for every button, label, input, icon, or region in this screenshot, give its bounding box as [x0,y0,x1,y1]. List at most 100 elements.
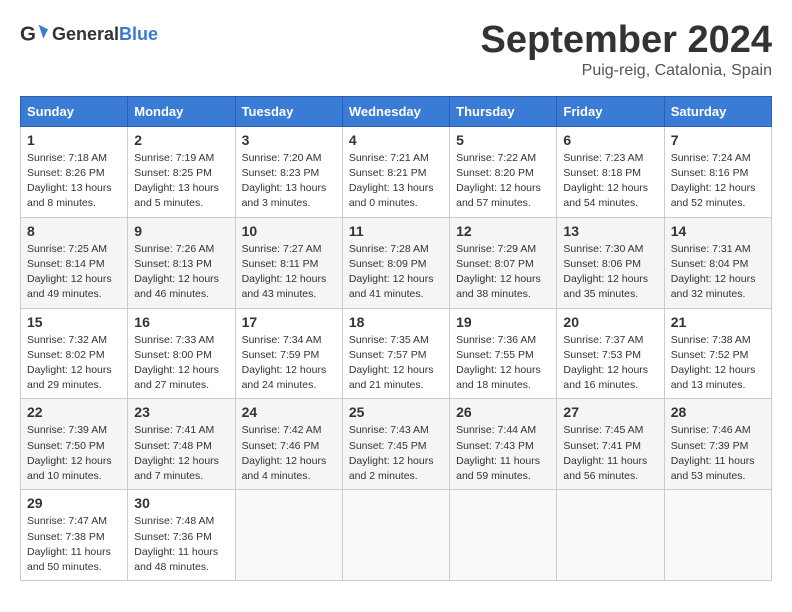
day-number: 3 [242,132,336,148]
day-info: Sunrise: 7:18 AMSunset: 8:26 PMDaylight:… [27,152,112,210]
day-number: 16 [134,314,228,330]
logo-general: General [52,24,119,44]
calendar-day-cell: 2 Sunrise: 7:19 AMSunset: 8:25 PMDayligh… [128,126,235,217]
day-info: Sunrise: 7:24 AMSunset: 8:16 PMDaylight:… [671,152,756,210]
day-number: 5 [456,132,550,148]
day-info: Sunrise: 7:31 AMSunset: 8:04 PMDaylight:… [671,243,756,301]
calendar-day-cell: 12 Sunrise: 7:29 AMSunset: 8:07 PMDaylig… [450,217,557,308]
logo: G GeneralBlue [20,20,158,48]
calendar-day-cell: 26 Sunrise: 7:44 AMSunset: 7:43 PMDaylig… [450,399,557,490]
calendar-day-cell: 14 Sunrise: 7:31 AMSunset: 8:04 PMDaylig… [664,217,771,308]
day-info: Sunrise: 7:38 AMSunset: 7:52 PMDaylight:… [671,334,756,392]
calendar-day-cell: 4 Sunrise: 7:21 AMSunset: 8:21 PMDayligh… [342,126,449,217]
day-info: Sunrise: 7:44 AMSunset: 7:43 PMDaylight:… [456,424,540,482]
day-info: Sunrise: 7:19 AMSunset: 8:25 PMDaylight:… [134,152,219,210]
page-header: G GeneralBlue September 2024 Puig-reig, … [20,20,772,80]
svg-text:G: G [20,23,36,46]
day-number: 22 [27,404,121,420]
day-info: Sunrise: 7:30 AMSunset: 8:06 PMDaylight:… [563,243,648,301]
day-number: 29 [27,495,121,511]
day-info: Sunrise: 7:43 AMSunset: 7:45 PMDaylight:… [349,424,434,482]
day-info: Sunrise: 7:39 AMSunset: 7:50 PMDaylight:… [27,424,112,482]
calendar-day-cell: 30 Sunrise: 7:48 AMSunset: 7:36 PMDaylig… [128,490,235,581]
calendar-day-cell [450,490,557,581]
calendar-day-cell: 7 Sunrise: 7:24 AMSunset: 8:16 PMDayligh… [664,126,771,217]
day-number: 24 [242,404,336,420]
col-saturday: Saturday [664,96,771,126]
calendar-day-cell [664,490,771,581]
day-number: 12 [456,223,550,239]
calendar-week-row: 1 Sunrise: 7:18 AMSunset: 8:26 PMDayligh… [21,126,772,217]
day-number: 26 [456,404,550,420]
calendar-day-cell: 18 Sunrise: 7:35 AMSunset: 7:57 PMDaylig… [342,308,449,399]
day-number: 2 [134,132,228,148]
calendar-day-cell: 9 Sunrise: 7:26 AMSunset: 8:13 PMDayligh… [128,217,235,308]
col-sunday: Sunday [21,96,128,126]
day-number: 8 [27,223,121,239]
col-friday: Friday [557,96,664,126]
calendar-week-row: 22 Sunrise: 7:39 AMSunset: 7:50 PMDaylig… [21,399,772,490]
day-info: Sunrise: 7:22 AMSunset: 8:20 PMDaylight:… [456,152,541,210]
calendar-day-cell: 29 Sunrise: 7:47 AMSunset: 7:38 PMDaylig… [21,490,128,581]
calendar-day-cell: 17 Sunrise: 7:34 AMSunset: 7:59 PMDaylig… [235,308,342,399]
day-info: Sunrise: 7:28 AMSunset: 8:09 PMDaylight:… [349,243,434,301]
calendar-day-cell: 5 Sunrise: 7:22 AMSunset: 8:20 PMDayligh… [450,126,557,217]
calendar-day-cell: 27 Sunrise: 7:45 AMSunset: 7:41 PMDaylig… [557,399,664,490]
calendar-day-cell: 23 Sunrise: 7:41 AMSunset: 7:48 PMDaylig… [128,399,235,490]
day-number: 7 [671,132,765,148]
day-info: Sunrise: 7:37 AMSunset: 7:53 PMDaylight:… [563,334,648,392]
day-info: Sunrise: 7:21 AMSunset: 8:21 PMDaylight:… [349,152,434,210]
day-number: 4 [349,132,443,148]
day-info: Sunrise: 7:25 AMSunset: 8:14 PMDaylight:… [27,243,112,301]
col-wednesday: Wednesday [342,96,449,126]
day-info: Sunrise: 7:20 AMSunset: 8:23 PMDaylight:… [242,152,327,210]
day-number: 11 [349,223,443,239]
day-number: 1 [27,132,121,148]
calendar-day-cell: 10 Sunrise: 7:27 AMSunset: 8:11 PMDaylig… [235,217,342,308]
day-number: 14 [671,223,765,239]
month-title: September 2024 [481,20,773,62]
day-info: Sunrise: 7:46 AMSunset: 7:39 PMDaylight:… [671,424,755,482]
calendar-week-row: 15 Sunrise: 7:32 AMSunset: 8:02 PMDaylig… [21,308,772,399]
col-tuesday: Tuesday [235,96,342,126]
day-info: Sunrise: 7:35 AMSunset: 7:57 PMDaylight:… [349,334,434,392]
col-monday: Monday [128,96,235,126]
day-number: 18 [349,314,443,330]
logo-icon: G [20,20,48,48]
calendar-day-cell [235,490,342,581]
calendar-header-row: Sunday Monday Tuesday Wednesday Thursday… [21,96,772,126]
day-number: 9 [134,223,228,239]
day-info: Sunrise: 7:26 AMSunset: 8:13 PMDaylight:… [134,243,219,301]
day-info: Sunrise: 7:27 AMSunset: 8:11 PMDaylight:… [242,243,327,301]
col-thursday: Thursday [450,96,557,126]
day-info: Sunrise: 7:41 AMSunset: 7:48 PMDaylight:… [134,424,219,482]
logo-blue: Blue [119,24,158,44]
title-area: September 2024 Puig-reig, Catalonia, Spa… [481,20,773,80]
day-info: Sunrise: 7:47 AMSunset: 7:38 PMDaylight:… [27,515,111,573]
calendar-day-cell: 8 Sunrise: 7:25 AMSunset: 8:14 PMDayligh… [21,217,128,308]
calendar-day-cell: 22 Sunrise: 7:39 AMSunset: 7:50 PMDaylig… [21,399,128,490]
day-number: 13 [563,223,657,239]
calendar-day-cell: 15 Sunrise: 7:32 AMSunset: 8:02 PMDaylig… [21,308,128,399]
day-info: Sunrise: 7:42 AMSunset: 7:46 PMDaylight:… [242,424,327,482]
day-number: 10 [242,223,336,239]
day-number: 17 [242,314,336,330]
calendar-day-cell: 24 Sunrise: 7:42 AMSunset: 7:46 PMDaylig… [235,399,342,490]
calendar-day-cell [557,490,664,581]
day-number: 15 [27,314,121,330]
day-number: 30 [134,495,228,511]
calendar-day-cell: 1 Sunrise: 7:18 AMSunset: 8:26 PMDayligh… [21,126,128,217]
day-info: Sunrise: 7:29 AMSunset: 8:07 PMDaylight:… [456,243,541,301]
day-number: 25 [349,404,443,420]
calendar-day-cell: 13 Sunrise: 7:30 AMSunset: 8:06 PMDaylig… [557,217,664,308]
calendar-day-cell [342,490,449,581]
calendar-table: Sunday Monday Tuesday Wednesday Thursday… [20,96,772,581]
day-info: Sunrise: 7:34 AMSunset: 7:59 PMDaylight:… [242,334,327,392]
calendar-day-cell: 6 Sunrise: 7:23 AMSunset: 8:18 PMDayligh… [557,126,664,217]
day-number: 19 [456,314,550,330]
day-info: Sunrise: 7:48 AMSunset: 7:36 PMDaylight:… [134,515,218,573]
day-info: Sunrise: 7:32 AMSunset: 8:02 PMDaylight:… [27,334,112,392]
calendar-week-row: 29 Sunrise: 7:47 AMSunset: 7:38 PMDaylig… [21,490,772,581]
location-title: Puig-reig, Catalonia, Spain [481,62,773,80]
calendar-day-cell: 20 Sunrise: 7:37 AMSunset: 7:53 PMDaylig… [557,308,664,399]
